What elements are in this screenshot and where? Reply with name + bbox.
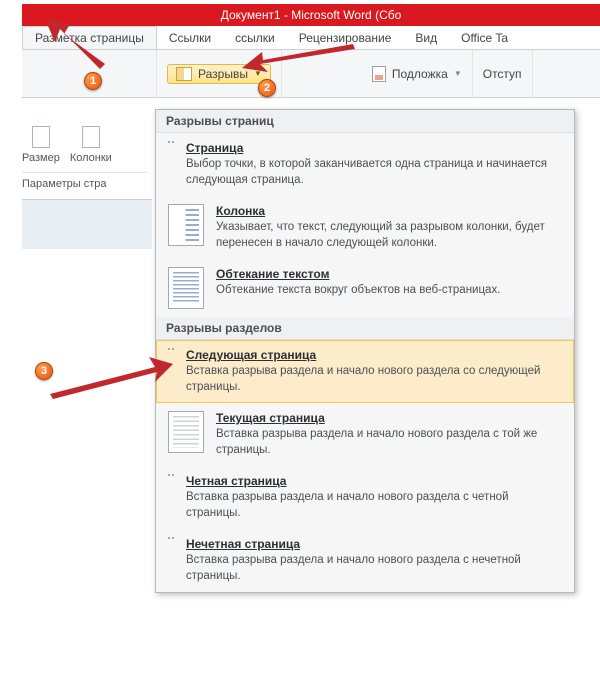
break-wrap-icon bbox=[168, 267, 204, 309]
columns-icon bbox=[82, 126, 100, 148]
tab-page-layout[interactable]: Разметка страницы bbox=[22, 26, 157, 49]
watermark-button[interactable]: Подложка bbox=[392, 67, 448, 81]
break-next-icon bbox=[168, 348, 174, 350]
breaks-icon bbox=[176, 67, 192, 81]
chevron-down-icon: ▼ bbox=[454, 69, 462, 78]
break-page[interactable]: Страница Выбор точки, в которой заканчив… bbox=[156, 133, 574, 196]
breaks-dropdown: Разрывы страниц Страница Выбор точки, в … bbox=[155, 109, 575, 593]
break-even-icon bbox=[168, 474, 174, 476]
size-button[interactable]: Размер bbox=[22, 126, 60, 164]
document-area[interactable] bbox=[22, 199, 152, 249]
annotation-badge-3: 3 bbox=[35, 362, 53, 380]
ribbon-bar: Разрывы ▼ Подложка ▼ Отступ bbox=[22, 50, 600, 98]
annotation-badge-2: 2 bbox=[258, 79, 276, 97]
ribbon-tabs: Разметка страницы Ссылки ссылки Рецензир… bbox=[22, 26, 600, 50]
page-setup-caption: Параметры стра bbox=[22, 172, 147, 190]
breaks-button[interactable]: Разрывы ▼ bbox=[167, 64, 271, 84]
tab-office[interactable]: Office Ta bbox=[449, 26, 520, 49]
break-text-wrapping[interactable]: Обтекание текстом Обтекание текста вокру… bbox=[156, 259, 574, 317]
watermark-icon bbox=[372, 66, 386, 82]
section-page-breaks: Разрывы страниц bbox=[156, 110, 574, 133]
break-next-page[interactable]: Следующая страница Вставка разрыва разде… bbox=[156, 340, 574, 403]
break-page-icon bbox=[168, 141, 174, 143]
tab-review[interactable]: Рецензирование bbox=[287, 26, 404, 49]
break-continuous[interactable]: Текущая страница Вставка разрыва раздела… bbox=[156, 403, 574, 466]
break-column[interactable]: Колонка Указывает, что текст, следующий … bbox=[156, 196, 574, 259]
breaks-label: Разрывы bbox=[198, 67, 248, 81]
indent-label: Отступ bbox=[483, 67, 522, 81]
page-setup-group: Размер Колонки bbox=[22, 126, 112, 164]
section-section-breaks: Разрывы разделов bbox=[156, 317, 574, 340]
chevron-down-icon: ▼ bbox=[254, 69, 262, 78]
page-size-icon bbox=[32, 126, 50, 148]
columns-button[interactable]: Колонки bbox=[70, 126, 112, 164]
break-column-icon bbox=[168, 204, 204, 246]
break-odd-icon bbox=[168, 537, 174, 539]
tab-mailings[interactable]: ссылки bbox=[223, 26, 287, 49]
window-titlebar: Документ1 - Microsoft Word (Сбо bbox=[22, 4, 600, 26]
break-odd-page[interactable]: Нечетная страница Вставка разрыва раздел… bbox=[156, 529, 574, 592]
tab-references[interactable]: Ссылки bbox=[157, 26, 223, 49]
tab-view[interactable]: Вид bbox=[403, 26, 449, 49]
annotation-badge-1: 1 bbox=[84, 72, 102, 90]
break-continuous-icon bbox=[168, 411, 204, 453]
break-even-page[interactable]: Четная страница Вставка разрыва раздела … bbox=[156, 466, 574, 529]
